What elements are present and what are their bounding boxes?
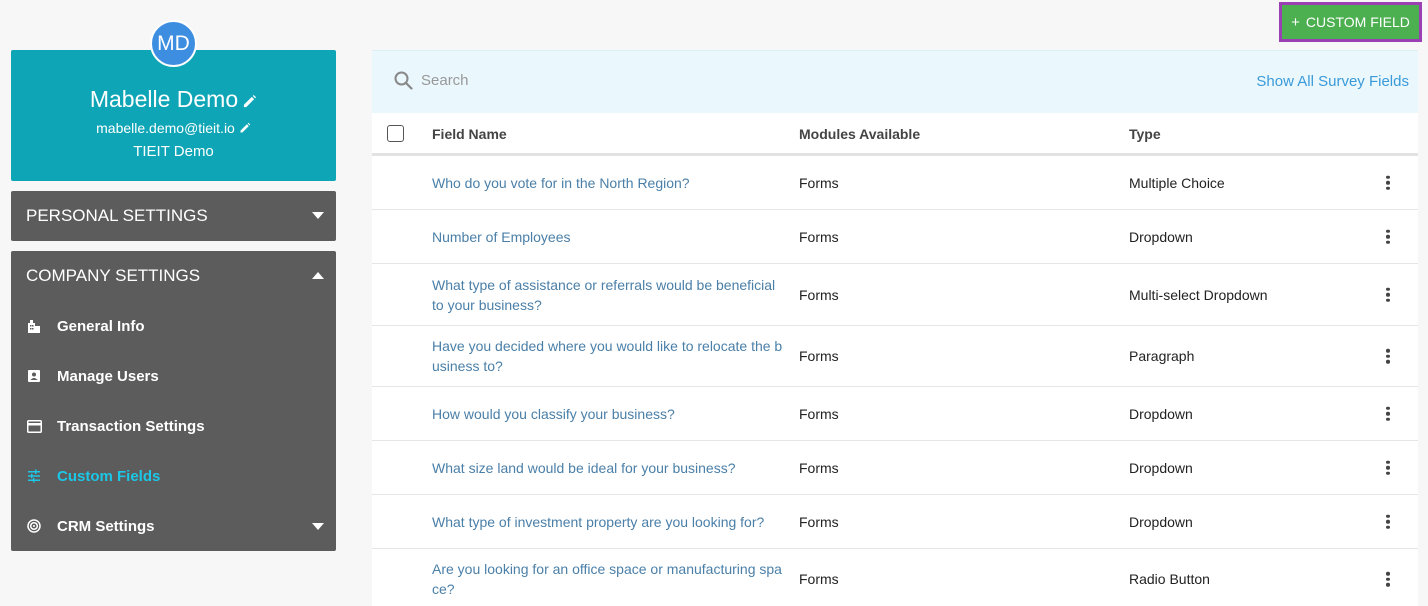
modules-cell: Forms [799,174,839,191]
add-custom-field-button[interactable]: + CUSTOM FIELD [1279,2,1422,42]
select-all-checkbox[interactable] [387,125,404,142]
modules-cell: Forms [799,348,839,364]
type-cell: Radio Button [1129,571,1210,587]
chevron-up-icon[interactable] [312,272,324,279]
field-name-link[interactable]: Are you looking for an office space or m… [432,559,787,599]
sidebar-item-label: CRM Settings [57,517,155,535]
profile-name-row: Mabelle Demo [11,86,336,114]
column-header-type[interactable]: Type [1129,126,1161,142]
type-cell: Dropdown [1129,405,1193,422]
profile-email-row: mabelle.demo@tieit.io [11,119,336,138]
type-cell: Multiple Choice [1129,174,1225,191]
sidebar-item-custom-fields[interactable]: Custom Fields [26,464,326,488]
chevron-down-icon[interactable] [312,523,324,530]
table-row[interactable]: What type of investment property are you… [372,495,1418,549]
field-name-link[interactable]: What size land would be ideal for your b… [432,458,787,478]
modules-cell: Forms [799,513,839,530]
avatar[interactable]: MD [150,20,197,67]
modules-cell: Forms [799,286,839,303]
modules-cell: Forms [799,459,839,476]
edit-name-pencil-icon[interactable] [242,88,257,114]
column-header-modules[interactable]: Modules Available [799,126,920,142]
more-options-icon[interactable] [1384,406,1392,421]
custom-fields-table-panel: Search Show All Survey Fields Field Name… [372,50,1418,606]
field-name-link[interactable]: Have you decided where you would like to… [432,336,787,376]
sidebar-item-label: General Info [57,317,145,335]
more-options-icon[interactable] [1384,514,1392,529]
chevron-down-icon[interactable] [312,212,324,219]
type-cell: Dropdown [1129,459,1193,476]
show-all-survey-fields-link[interactable]: Show All Survey Fields [1256,73,1409,90]
column-header-field-name[interactable]: Field Name [432,126,507,142]
table-row[interactable]: Who do you vote for in the North Region?… [372,156,1418,210]
table-header: Field Name Modules Available Type [372,113,1418,156]
table-row[interactable]: Have you decided where you would like to… [372,326,1418,387]
personal-settings-header[interactable]: PERSONAL SETTINGS [26,191,208,241]
building-icon [26,318,42,334]
field-name-link[interactable]: What type of investment property are you… [432,512,787,532]
plus-icon: + [1291,13,1300,31]
modules-cell: Forms [799,405,839,422]
target-icon [26,518,42,534]
sidebar-item-label: Custom Fields [57,467,161,485]
sidebar-item-label: Transaction Settings [57,417,205,435]
sidebar-item-crm-settings[interactable]: CRM Settings [26,514,326,538]
table-row[interactable]: Number of Employees Forms Dropdown [372,210,1418,264]
sidebar-item-manage-users[interactable]: Manage Users [26,364,326,388]
sidebar-item-label: Manage Users [57,367,159,385]
modules-cell: Forms [799,571,839,587]
more-options-icon[interactable] [1384,460,1392,475]
profile-name: Mabelle Demo [89,86,239,112]
table-row[interactable]: Are you looking for an office space or m… [372,549,1418,606]
search-icon [394,71,413,95]
company-settings-panel: COMPANY SETTINGS General Info Manage Use… [11,251,336,551]
add-custom-field-label: CUSTOM FIELD [1305,14,1410,30]
user-card-icon [26,368,42,384]
type-cell: Multi-select Dropdown [1129,286,1268,303]
more-options-icon[interactable] [1384,287,1392,302]
more-options-icon[interactable] [1384,175,1392,190]
more-options-icon[interactable] [1384,229,1392,244]
more-options-icon[interactable] [1384,348,1392,364]
edit-email-pencil-icon[interactable] [239,120,251,138]
field-name-link[interactable]: What type of assistance or referrals wou… [432,275,787,315]
table-row[interactable]: How would you classify your business? Fo… [372,387,1418,441]
company-settings-header[interactable]: COMPANY SETTINGS [26,251,200,301]
table-row[interactable]: What size land would be ideal for your b… [372,441,1418,495]
field-name-link[interactable]: How would you classify your business? [432,404,787,424]
type-cell: Dropdown [1129,228,1193,245]
profile-email: mabelle.demo@tieit.io [96,120,235,136]
search-bar: Search Show All Survey Fields [372,50,1418,113]
sidebar-item-transaction-settings[interactable]: Transaction Settings [26,414,326,438]
sliders-icon [26,468,42,484]
field-name-link[interactable]: Number of Employees [432,227,787,247]
profile-card: Mabelle Demo mabelle.demo@tieit.io TIEIT… [11,50,336,181]
credit-card-icon [26,418,42,434]
more-options-icon[interactable] [1384,571,1392,587]
personal-settings-panel[interactable]: PERSONAL SETTINGS [11,191,336,241]
profile-company: TIEIT Demo [133,143,214,160]
type-cell: Dropdown [1129,513,1193,530]
field-name-link[interactable]: Who do you vote for in the North Region? [432,173,787,193]
sidebar-item-general-info[interactable]: General Info [26,314,326,338]
table-row[interactable]: What type of assistance or referrals wou… [372,264,1418,326]
type-cell: Paragraph [1129,348,1195,364]
search-input[interactable]: Search [421,72,469,89]
modules-cell: Forms [799,228,839,245]
